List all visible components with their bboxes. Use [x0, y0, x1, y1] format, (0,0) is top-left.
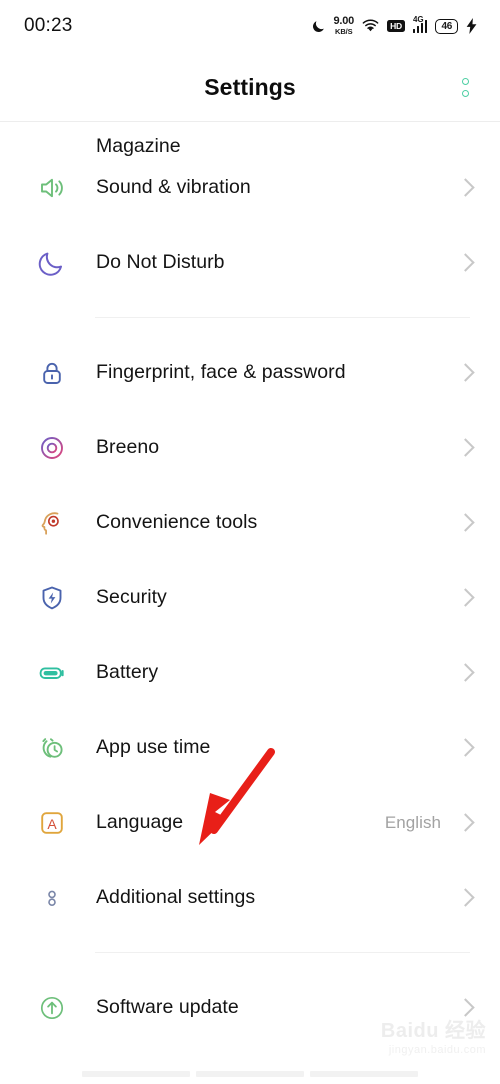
list-item-label: Breeno	[96, 436, 160, 458]
status-clock: 00:23	[24, 15, 73, 36]
app-bar-divider	[0, 121, 500, 122]
speaker-icon	[30, 166, 74, 210]
breeno-circle-icon	[30, 426, 74, 470]
language-a-icon: A	[30, 801, 74, 845]
page-title: Settings	[204, 73, 296, 100]
network-speed-indicator: 9.00 KB/S	[333, 16, 354, 36]
list-item-label: Battery	[96, 661, 159, 683]
chevron-right-icon	[456, 738, 475, 757]
nav-home-hint	[196, 1071, 304, 1077]
chevron-right-icon	[456, 253, 475, 272]
settings-list[interactable]: Magazine Sound & vibration Do Not Distur…	[0, 122, 500, 1074]
moon-icon	[311, 19, 326, 34]
head-target-icon	[30, 501, 74, 545]
status-bar: 00:23 9.00 KB/S HD 4G 46	[0, 0, 500, 52]
list-item-fingerprint-face-password[interactable]: Fingerprint, face & password	[0, 335, 500, 410]
list-item-label: Sound & vibration	[96, 176, 251, 198]
lock-icon	[30, 351, 74, 395]
navigation-bar-hint	[0, 1064, 500, 1084]
watermark-sub: jingyan.baidu.com	[388, 1044, 486, 1056]
chevron-right-icon	[456, 363, 475, 382]
chevron-right-icon	[456, 588, 475, 607]
list-item-battery[interactable]: Battery	[0, 635, 500, 710]
chevron-right-icon	[456, 663, 475, 682]
more-options-icon[interactable]	[448, 70, 482, 104]
list-item-label: App use time	[96, 736, 211, 758]
nav-recents-hint	[310, 1071, 418, 1077]
status-icons: 9.00 KB/S HD 4G 46	[311, 15, 478, 36]
list-item-label: Security	[96, 586, 167, 608]
chevron-right-icon	[456, 438, 475, 457]
list-item-sound-vibration[interactable]: Sound & vibration	[0, 150, 500, 225]
chevron-right-icon	[456, 998, 475, 1017]
list-item-label: Language	[96, 811, 184, 833]
shield-bolt-icon	[30, 576, 74, 620]
battery-icon	[30, 651, 74, 695]
list-item-security[interactable]: Security	[0, 560, 500, 635]
chevron-right-icon	[456, 513, 475, 532]
hd-badge: HD	[387, 19, 405, 33]
watermark-main: Baidu 经验	[380, 1020, 486, 1042]
moon-icon	[30, 241, 74, 285]
wifi-icon	[362, 19, 379, 33]
list-item-magazine[interactable]: Magazine	[0, 122, 500, 155]
list-item-label: Convenience tools	[96, 511, 258, 533]
network-speed-unit: KB/S	[335, 27, 353, 37]
list-item-label: Additional settings	[96, 886, 256, 908]
list-item-label: Software update	[96, 996, 239, 1018]
alarm-clock-icon	[30, 726, 74, 770]
battery-level-badge: 46	[435, 18, 458, 34]
update-arrow-icon	[30, 986, 74, 1030]
network-type-label: 4G	[412, 14, 424, 24]
network-speed-value: 9.00	[333, 15, 355, 28]
two-dots-icon	[30, 876, 74, 920]
chevron-right-icon	[456, 888, 475, 907]
list-item-label: Do Not Disturb	[96, 251, 225, 273]
cellular-signal-icon: 4G	[412, 15, 428, 33]
list-item-breeno[interactable]: Breeno	[0, 410, 500, 485]
list-item-additional-settings[interactable]: Additional settings	[0, 860, 500, 935]
lightning-bolt-icon	[466, 18, 478, 34]
list-item-value: English	[384, 812, 441, 832]
group-divider	[95, 952, 470, 953]
group-divider	[95, 317, 470, 318]
list-item-language[interactable]: A Language English	[0, 785, 500, 860]
app-bar: Settings	[0, 52, 500, 122]
watermark: Baidu 经验 jingyan.baidu.com	[381, 1021, 486, 1056]
chevron-right-icon	[456, 178, 475, 197]
chevron-right-icon	[456, 813, 475, 832]
list-item-app-use-time[interactable]: App use time	[0, 710, 500, 785]
list-item-label: Fingerprint, face & password	[96, 361, 346, 383]
list-item-do-not-disturb[interactable]: Do Not Disturb	[0, 225, 500, 300]
nav-back-hint	[82, 1071, 190, 1077]
svg-text:A: A	[47, 816, 57, 832]
list-item-convenience-tools[interactable]: Convenience tools	[0, 485, 500, 560]
